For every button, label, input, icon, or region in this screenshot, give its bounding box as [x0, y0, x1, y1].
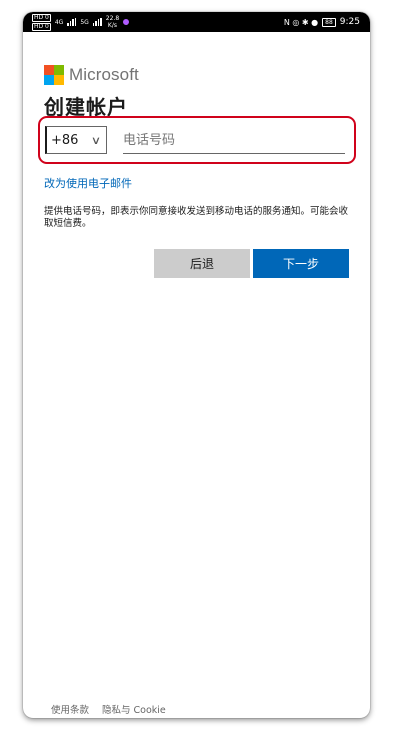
network-speed: 22.8 K/s	[105, 15, 120, 29]
microsoft-logo: Microsoft	[44, 65, 139, 85]
status-bar: HD 0 HD 0 4G 5G 22.8 K/s N ◎ ✱ ● 88 9:25	[23, 12, 370, 32]
battery-icon: 88	[322, 17, 336, 27]
microsoft-logo-icon	[44, 65, 64, 85]
next-button[interactable]: 下一步	[253, 249, 349, 278]
status-bar-right: N ◎ ✱ ● 88 9:25	[284, 17, 360, 27]
phone-number-input[interactable]	[123, 128, 345, 154]
signup-page: Microsoft 创建帐户 +86 ∨ 改为使用电子邮件 提供电话号码，即表示…	[23, 32, 370, 718]
back-button[interactable]: 后退	[154, 249, 250, 278]
status-bar-left: HD 0 HD 0 4G 5G 22.8 K/s	[32, 13, 130, 31]
hd-icon: HD 0 HD 0	[32, 13, 51, 31]
phone-frame: HD 0 HD 0 4G 5G 22.8 K/s N ◎ ✱ ● 88 9:25	[23, 12, 370, 718]
sms-notice: 提供电话号码，即表示你同意接收发送到移动电话的服务通知。可能会收取短信费。	[44, 206, 349, 229]
app-notification-icon	[123, 19, 130, 25]
brand-name: Microsoft	[69, 65, 139, 84]
network-5g-label: 5G	[80, 18, 89, 26]
network-4g-label: 4G	[54, 18, 64, 26]
country-code-value: +86	[51, 132, 79, 148]
status-icons: N ◎ ✱ ●	[283, 17, 319, 27]
country-code-select[interactable]: +86 ∨	[45, 126, 107, 154]
privacy-cookie-link[interactable]: 隐私与 Cookie	[102, 702, 166, 716]
chevron-down-icon: ∨	[90, 133, 102, 147]
signal-icon-2	[92, 18, 102, 26]
use-email-link[interactable]: 改为使用电子邮件	[44, 175, 132, 191]
footer: 使用条款 隐私与 Cookie	[51, 702, 166, 716]
signal-icon	[67, 18, 77, 26]
clock: 9:25	[339, 17, 360, 27]
terms-link[interactable]: 使用条款	[51, 702, 89, 716]
